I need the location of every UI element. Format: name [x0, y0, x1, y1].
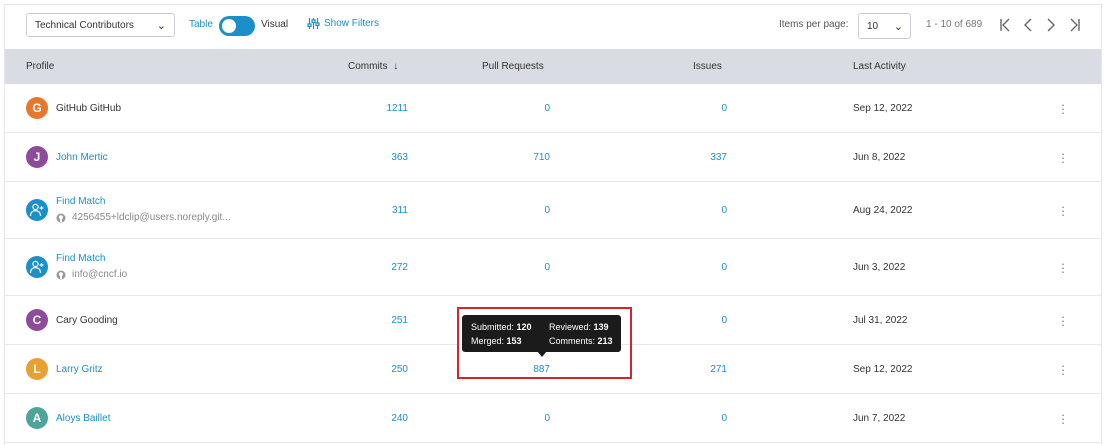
- chevron-left-icon: [1024, 18, 1032, 32]
- contributors-panel: Technical Contributors ⌄ Table Visual Sh…: [4, 4, 1102, 445]
- find-match-link[interactable]: Find Match: [56, 253, 105, 264]
- first-page-icon: [1000, 18, 1010, 32]
- table-header: Profile Commits ↓ Pull Requests Issues L…: [5, 49, 1101, 84]
- more-options-icon[interactable]: · · ·: [1058, 98, 1068, 119]
- avatar: J: [26, 146, 48, 168]
- more-options-icon[interactable]: · · ·: [1058, 359, 1068, 380]
- contributor-name: GitHub GitHub: [56, 103, 122, 114]
- avatar: C: [26, 309, 48, 331]
- next-page-button[interactable]: [1041, 14, 1061, 36]
- chevron-down-icon: ⌄: [156, 20, 166, 32]
- last-activity-value: Jun 3, 2022: [853, 262, 906, 273]
- pagination-range: 1 - 10 of 689: [926, 19, 983, 30]
- group-select-value: Technical Contributors: [35, 19, 134, 31]
- table-row: Find Match info@cncf.io 272 0 0 Jun 3, 2…: [5, 239, 1101, 296]
- commits-value[interactable]: 311: [348, 205, 408, 216]
- more-options-icon[interactable]: · · ·: [1058, 257, 1068, 278]
- last-activity-value: Jun 7, 2022: [853, 413, 906, 424]
- commits-value[interactable]: 240: [348, 413, 408, 424]
- last-activity-value: Jul 31, 2022: [853, 315, 908, 326]
- table-row: A Aloys Baillet 240 0 0 Jun 7, 2022 · · ·: [5, 394, 1101, 443]
- contributor-name: Cary Gooding: [56, 315, 118, 326]
- last-activity-value: Sep 12, 2022: [853, 103, 913, 114]
- email-text: 4256455+ldclip@users.noreply.git...: [72, 212, 231, 223]
- add-person-icon: [26, 199, 48, 221]
- more-options-icon[interactable]: · · ·: [1058, 200, 1068, 221]
- items-per-page-value: 10: [867, 20, 879, 32]
- table-row: J John Mertic 363 710 337 Jun 8, 2022 · ·…: [5, 133, 1101, 182]
- pull-requests-value[interactable]: 0: [490, 262, 550, 273]
- pull-requests-value[interactable]: 710: [490, 152, 550, 163]
- contributor-email: info@cncf.io: [56, 269, 127, 280]
- pull-requests-value[interactable]: 0: [490, 103, 550, 114]
- avatar: L: [26, 358, 48, 380]
- more-options-icon[interactable]: · · ·: [1058, 147, 1068, 168]
- prev-page-button[interactable]: [1018, 14, 1038, 36]
- first-page-button[interactable]: [995, 14, 1015, 36]
- github-icon: [56, 270, 66, 279]
- pull-requests-value[interactable]: 0: [490, 413, 550, 424]
- header-commits-label: Commits: [348, 61, 388, 72]
- issues-value[interactable]: 0: [667, 205, 727, 216]
- commits-value[interactable]: 272: [348, 262, 408, 273]
- contributor-name-link[interactable]: John Mertic: [56, 152, 108, 163]
- contributor-name-link[interactable]: Aloys Baillet: [56, 413, 110, 424]
- issues-value[interactable]: 271: [667, 364, 727, 375]
- chevron-right-icon: [1047, 18, 1055, 32]
- more-options-icon[interactable]: · · ·: [1058, 408, 1068, 429]
- last-activity-value: Jun 8, 2022: [853, 152, 906, 163]
- last-activity-value: Aug 24, 2022: [853, 205, 913, 216]
- commits-value[interactable]: 1211: [348, 103, 408, 114]
- header-pull-requests[interactable]: Pull Requests: [482, 61, 544, 72]
- chevron-down-icon: ⌄: [893, 21, 903, 33]
- toggle-knob: [222, 19, 236, 33]
- more-options-icon[interactable]: · · ·: [1058, 310, 1068, 331]
- items-per-page-label: Items per page:: [779, 19, 849, 30]
- contributor-email: 4256455+ldclip@users.noreply.git...: [56, 212, 231, 223]
- avatar: A: [26, 407, 48, 429]
- header-profile[interactable]: Profile: [26, 61, 54, 72]
- commits-value[interactable]: 363: [348, 152, 408, 163]
- sort-desc-icon: ↓: [393, 61, 399, 72]
- last-page-button[interactable]: [1065, 14, 1085, 36]
- show-filters-label: Show Filters: [324, 18, 380, 29]
- visual-label[interactable]: Visual: [261, 19, 288, 30]
- table-row: G GitHub GitHub 1211 0 0 Sep 12, 2022 · ·…: [5, 84, 1101, 133]
- group-select[interactable]: Technical Contributors ⌄: [26, 13, 175, 37]
- issues-value[interactable]: 0: [667, 262, 727, 273]
- avatar: G: [26, 97, 48, 119]
- annotation-highlight-box: [457, 307, 632, 379]
- header-commits[interactable]: Commits ↓: [348, 61, 398, 72]
- issues-value[interactable]: 337: [667, 152, 727, 163]
- github-icon: [56, 213, 66, 222]
- find-match-link[interactable]: Find Match: [56, 196, 105, 207]
- issues-value[interactable]: 0: [667, 103, 727, 114]
- commits-value[interactable]: 251: [348, 315, 408, 326]
- table-row: Find Match 4256455+ldclip@users.noreply.…: [5, 182, 1101, 239]
- filter-sliders-icon: [307, 18, 320, 29]
- header-issues[interactable]: Issues: [693, 61, 722, 72]
- issues-value[interactable]: 0: [667, 413, 727, 424]
- last-activity-value: Sep 12, 2022: [853, 364, 913, 375]
- header-last-activity[interactable]: Last Activity: [853, 61, 906, 72]
- email-text: info@cncf.io: [72, 269, 128, 280]
- contributor-name-link[interactable]: Larry Gritz: [56, 364, 103, 375]
- view-toggle[interactable]: [219, 16, 255, 36]
- last-page-icon: [1070, 18, 1080, 32]
- pull-requests-value[interactable]: 0: [490, 205, 550, 216]
- toolbar: Technical Contributors ⌄ Table Visual Sh…: [5, 5, 1101, 49]
- issues-value[interactable]: 0: [667, 315, 727, 326]
- add-person-icon: [26, 256, 48, 278]
- show-filters-button[interactable]: Show Filters: [307, 17, 379, 30]
- items-per-page-select[interactable]: 10 ⌄: [858, 13, 911, 39]
- commits-value[interactable]: 250: [348, 364, 408, 375]
- table-label[interactable]: Table: [189, 19, 213, 30]
